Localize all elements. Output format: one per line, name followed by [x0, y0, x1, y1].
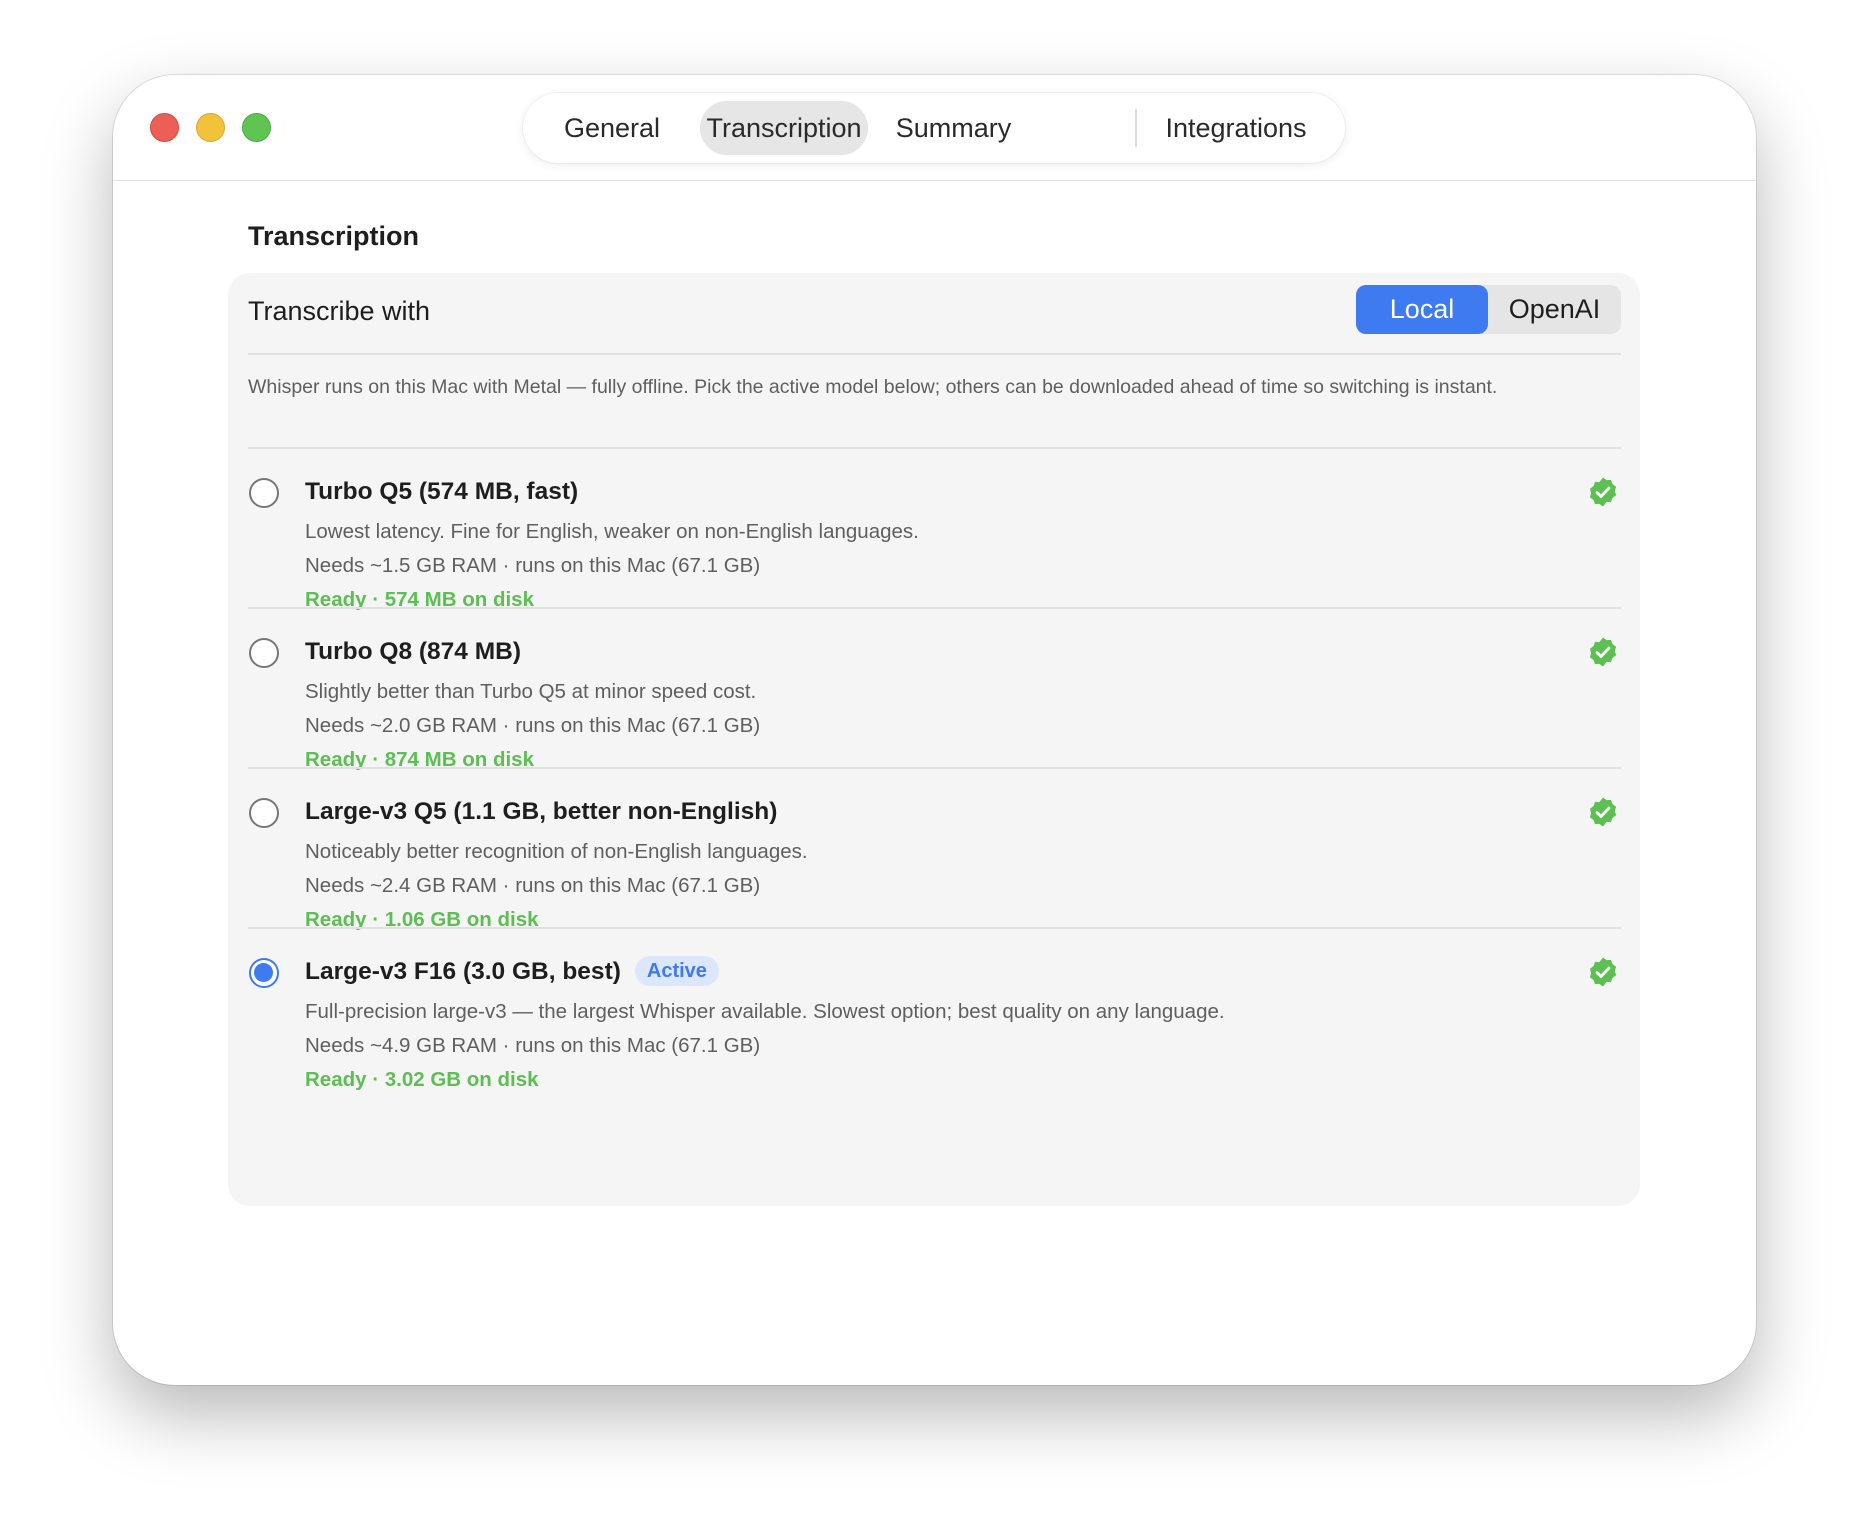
model-summary: Noticeably better recognition of non-Eng… — [305, 840, 808, 863]
verified-check-badge-icon — [1589, 477, 1617, 507]
transcribe-with-label: Transcribe with — [248, 296, 431, 326]
model-radio-button[interactable] — [249, 798, 279, 828]
tab-transcription[interactable]: Transcription — [700, 101, 868, 155]
model-radio-button[interactable] — [249, 638, 279, 668]
section-title: Transcription — [248, 221, 420, 251]
model-summary: Slightly better than Turbo Q5 at minor s… — [305, 680, 757, 703]
model-requirements: Needs ~2.0 GB RAM · runs on this Mac (67… — [305, 714, 761, 737]
active-badge: Active — [634, 956, 719, 986]
model-requirements: Needs ~4.9 GB RAM · runs on this Mac (67… — [305, 1034, 761, 1057]
tab-general[interactable]: General — [553, 101, 671, 155]
model-summary: Full-precision large-v3 — the largest Wh… — [305, 1000, 1225, 1023]
model-title: Large-v3 F16 (3.0 GB, best) Active — [305, 955, 719, 989]
tab-integrations[interactable]: Integrations — [1151, 101, 1321, 155]
transcribe-with-segmented-control: Local OpenAI — [1356, 285, 1621, 334]
segment-local[interactable]: Local — [1356, 285, 1488, 334]
model-option-large-v3-f16[interactable]: Large-v3 F16 (3.0 GB, best) Active Full-p… — [228, 928, 1640, 1118]
transcription-panel: Transcribe with Local OpenAI Whisper run… — [228, 273, 1640, 1206]
tab-summary[interactable]: Summary — [888, 101, 1019, 155]
close-window-button[interactable] — [150, 113, 179, 142]
model-requirements: Needs ~1.5 GB RAM · runs on this Mac (67… — [305, 554, 761, 577]
engine-description: Whisper runs on this Mac with Metal — fu… — [248, 376, 1498, 398]
settings-tab-bar: General Transcription Summary Integratio… — [523, 93, 1345, 163]
titlebar: General Transcription Summary Integratio… — [113, 75, 1756, 181]
model-title: Turbo Q8 (874 MB) — [305, 638, 521, 665]
zoom-window-button[interactable] — [242, 113, 271, 142]
segment-openai[interactable]: OpenAI — [1488, 285, 1621, 334]
verified-check-badge-icon — [1589, 797, 1617, 827]
model-status: Ready · 3.02 GB on disk — [305, 1068, 539, 1091]
model-summary: Lowest latency. Fine for English, weaker… — [305, 520, 919, 543]
model-radio-button[interactable] — [249, 478, 279, 508]
verified-check-badge-icon — [1589, 957, 1617, 987]
model-radio-button-selected[interactable] — [249, 958, 279, 988]
tab-divider — [1135, 109, 1137, 147]
model-title: Turbo Q5 (574 MB, fast) — [305, 478, 579, 505]
settings-window: General Transcription Summary Integratio… — [113, 75, 1756, 1385]
divider — [248, 353, 1621, 355]
verified-check-badge-icon — [1589, 637, 1617, 667]
minimize-window-button[interactable] — [196, 113, 225, 142]
model-title: Large-v3 Q5 (1.1 GB, better non-English) — [305, 798, 778, 825]
model-requirements: Needs ~2.4 GB RAM · runs on this Mac (67… — [305, 874, 761, 897]
